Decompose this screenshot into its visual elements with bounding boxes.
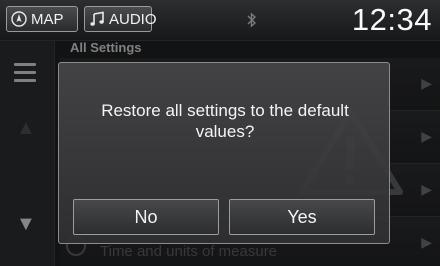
map-button[interactable]: MAP [6, 6, 78, 32]
settings-screen: MAP AUDIO 12:34 ▲ ▼ All Settings ▶ ▶ ▶ ▶… [0, 0, 440, 266]
confirm-dialog: Restore all settings to the default valu… [58, 62, 390, 244]
map-button-label: MAP [31, 10, 64, 28]
dialog-message: Restore all settings to the default valu… [101, 101, 349, 141]
status-bar: MAP AUDIO 12:34 [0, 0, 440, 41]
audio-button[interactable]: AUDIO [84, 6, 157, 32]
yes-button[interactable]: Yes [229, 199, 375, 235]
clock-time: 12:34 [351, 2, 432, 37]
bluetooth-icon [246, 12, 258, 30]
audio-button-label: AUDIO [109, 10, 157, 28]
music-note-icon [89, 11, 105, 27]
compass-icon [11, 11, 27, 27]
no-button[interactable]: No [73, 199, 219, 235]
